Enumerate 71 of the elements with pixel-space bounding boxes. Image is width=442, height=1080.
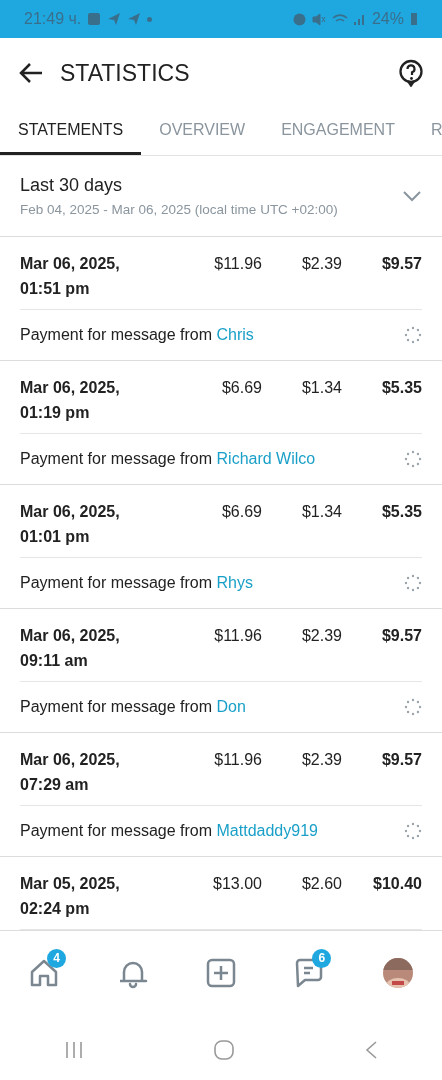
net-amount: $5.35 bbox=[380, 378, 422, 398]
statement-time: 02:24 pm bbox=[20, 899, 91, 919]
user-link[interactable]: Don bbox=[216, 698, 246, 715]
fee-amount: $1.34 bbox=[300, 502, 342, 522]
page-title: STATISTICS bbox=[60, 59, 191, 87]
payment-description: Payment for message from Rhys bbox=[20, 574, 253, 592]
fee-amount: $2.60 bbox=[300, 874, 342, 894]
payment-description: Payment for message from Don bbox=[20, 698, 246, 716]
statement-time: 01:01 pm bbox=[20, 527, 91, 547]
loading-spinner-icon bbox=[404, 698, 422, 716]
statement-date: Mar 05, 2025, bbox=[20, 874, 121, 894]
add-icon bbox=[205, 957, 236, 988]
battery-icon bbox=[410, 12, 418, 26]
payment-description: Payment for message from Richard Wilco bbox=[20, 450, 316, 468]
mute-icon bbox=[311, 12, 326, 26]
payment-description: Payment for message from Mattdaddy919 bbox=[20, 822, 318, 840]
statement-time: 01:19 pm bbox=[20, 403, 91, 423]
chat-tab[interactable]: 6 bbox=[281, 944, 338, 1001]
net-amount: $10.40 bbox=[372, 874, 422, 894]
gross-amount: $11.96 bbox=[213, 626, 262, 646]
loading-spinner-icon bbox=[404, 822, 422, 840]
statement-date: Mar 06, 2025, bbox=[20, 626, 121, 646]
send-icon bbox=[107, 12, 122, 26]
tab[interactable]: ENGAGEMENT bbox=[263, 108, 413, 155]
tab[interactable]: STATEMENTS bbox=[0, 108, 142, 155]
net-amount: $5.35 bbox=[380, 502, 422, 522]
battery-level: 24% bbox=[371, 10, 404, 28]
loading-spinner-icon bbox=[404, 326, 422, 344]
gross-amount: $13.00 bbox=[212, 874, 262, 894]
period-title: Last 30 days bbox=[20, 175, 124, 196]
loading-spinner-icon bbox=[404, 450, 422, 468]
help-icon[interactable] bbox=[398, 59, 424, 87]
statement-time: 07:29 am bbox=[20, 775, 90, 795]
statement-time: 01:51 pm bbox=[20, 279, 91, 299]
loading-spinner-icon bbox=[404, 574, 422, 592]
statement-date: Mar 06, 2025, bbox=[20, 254, 121, 274]
send-icon bbox=[127, 12, 142, 26]
payment-description: Payment for message from Chris bbox=[20, 326, 254, 344]
statement-date: Mar 06, 2025, bbox=[20, 750, 121, 770]
user-link[interactable]: Mattdaddy919 bbox=[216, 822, 318, 839]
fee-amount: $2.39 bbox=[300, 750, 342, 770]
back-icon[interactable] bbox=[363, 1040, 378, 1060]
net-amount: $9.57 bbox=[380, 254, 422, 274]
gross-amount: $11.96 bbox=[213, 750, 262, 770]
gross-amount: $6.69 bbox=[220, 378, 262, 398]
user-link[interactable]: Chris bbox=[216, 326, 254, 343]
count-badge: 6 bbox=[312, 948, 332, 968]
count-badge: 4 bbox=[47, 948, 67, 968]
gross-amount: $11.96 bbox=[213, 254, 262, 274]
date-range: Feb 04, 2025 - Mar 06, 2025 (local time UTC +02:00) bbox=[20, 202, 339, 217]
fee-amount: $1.34 bbox=[300, 378, 342, 398]
user-link[interactable]: Richard Wilco bbox=[216, 450, 316, 467]
back-arrow-icon[interactable] bbox=[18, 61, 44, 85]
home-button-icon[interactable] bbox=[213, 1039, 235, 1061]
net-amount: $9.57 bbox=[380, 750, 422, 770]
recent-apps-icon[interactable] bbox=[64, 1040, 85, 1060]
fee-amount: $2.39 bbox=[300, 254, 342, 274]
signal-icon bbox=[353, 12, 366, 26]
net-amount: $9.57 bbox=[380, 626, 422, 646]
home-tab[interactable]: 4 bbox=[16, 944, 73, 1001]
statement-date: Mar 06, 2025, bbox=[20, 378, 121, 398]
status-time: 21:49 ч. bbox=[24, 10, 82, 28]
fee-amount: $2.39 bbox=[300, 626, 342, 646]
user-link[interactable]: Rhys bbox=[216, 574, 253, 591]
tab[interactable]: R bbox=[412, 108, 442, 155]
gross-amount: $6.69 bbox=[220, 502, 262, 522]
tab[interactable]: OVERVIEW bbox=[141, 108, 264, 155]
statement-date: Mar 06, 2025, bbox=[20, 502, 121, 522]
statement-time: 09:11 am bbox=[20, 651, 89, 671]
dot-icon bbox=[147, 16, 153, 22]
chevron-down-icon[interactable] bbox=[402, 190, 422, 202]
